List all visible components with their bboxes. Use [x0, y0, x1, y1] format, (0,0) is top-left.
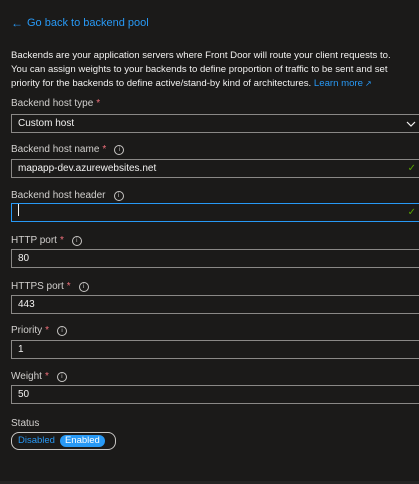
arrow-left-icon: ←: [11, 16, 23, 30]
status-option-enabled[interactable]: Enabled: [59, 435, 105, 447]
back-link-label: Go back to backend pool: [27, 17, 149, 29]
info-icon[interactable]: i: [71, 235, 82, 246]
required-marker: *: [96, 98, 101, 109]
https-port-value: 443: [18, 299, 35, 310]
priority-value: 1: [18, 344, 24, 355]
info-icon[interactable]: i: [56, 371, 67, 382]
weight-input[interactable]: 50: [11, 385, 419, 404]
host-name-label: Backend host name * i: [11, 144, 125, 155]
required-marker: *: [102, 144, 107, 155]
host-header-label: Backend host header i: [11, 190, 124, 201]
host-name-value: mapapp-dev.azurewebsites.net: [18, 163, 157, 174]
required-marker: *: [44, 371, 49, 382]
text-caret: [18, 203, 19, 216]
host-header-value: [18, 203, 404, 222]
host-type-dropdown[interactable]: Custom host: [11, 114, 419, 133]
description: Backends are your application servers wh…: [11, 49, 409, 91]
info-icon[interactable]: i: [114, 144, 125, 155]
priority-label: Priority * i: [11, 325, 68, 336]
host-name-input[interactable]: mapapp-dev.azurewebsites.net ✓: [11, 159, 419, 178]
required-marker: *: [59, 235, 64, 246]
required-marker: *: [66, 281, 71, 292]
required-marker: *: [45, 325, 50, 336]
weight-label: Weight * i: [11, 371, 67, 382]
status-label: Status: [11, 418, 40, 429]
http-port-input[interactable]: 80: [11, 249, 419, 268]
http-port-label: HTTP port * i: [11, 235, 82, 246]
external-link-icon: ↗: [364, 79, 372, 88]
learn-more-link[interactable]: Learn more ↗: [314, 78, 372, 89]
status-option-disabled[interactable]: Disabled: [13, 435, 60, 447]
status-toggle[interactable]: Disabled Enabled: [11, 432, 116, 450]
back-to-backend-pool-link[interactable]: ← Go back to backend pool: [11, 17, 149, 29]
https-port-input[interactable]: 443: [11, 295, 419, 314]
info-icon[interactable]: i: [113, 190, 124, 201]
checkmark-icon: ✓: [407, 207, 416, 218]
priority-input[interactable]: 1: [11, 340, 419, 359]
checkmark-icon: ✓: [407, 163, 416, 174]
host-type-label: Backend host type *: [11, 98, 101, 109]
chevron-down-icon: [406, 121, 416, 127]
http-port-value: 80: [18, 253, 30, 264]
weight-value: 50: [18, 389, 30, 400]
host-header-input[interactable]: ✓: [11, 203, 419, 222]
host-type-value: Custom host: [18, 118, 75, 129]
backend-edit-panel: ← Go back to backend pool Backends are y…: [0, 0, 419, 484]
info-icon[interactable]: i: [57, 325, 68, 336]
https-port-label: HTTPS port * i: [11, 281, 89, 292]
info-icon[interactable]: i: [78, 281, 89, 292]
